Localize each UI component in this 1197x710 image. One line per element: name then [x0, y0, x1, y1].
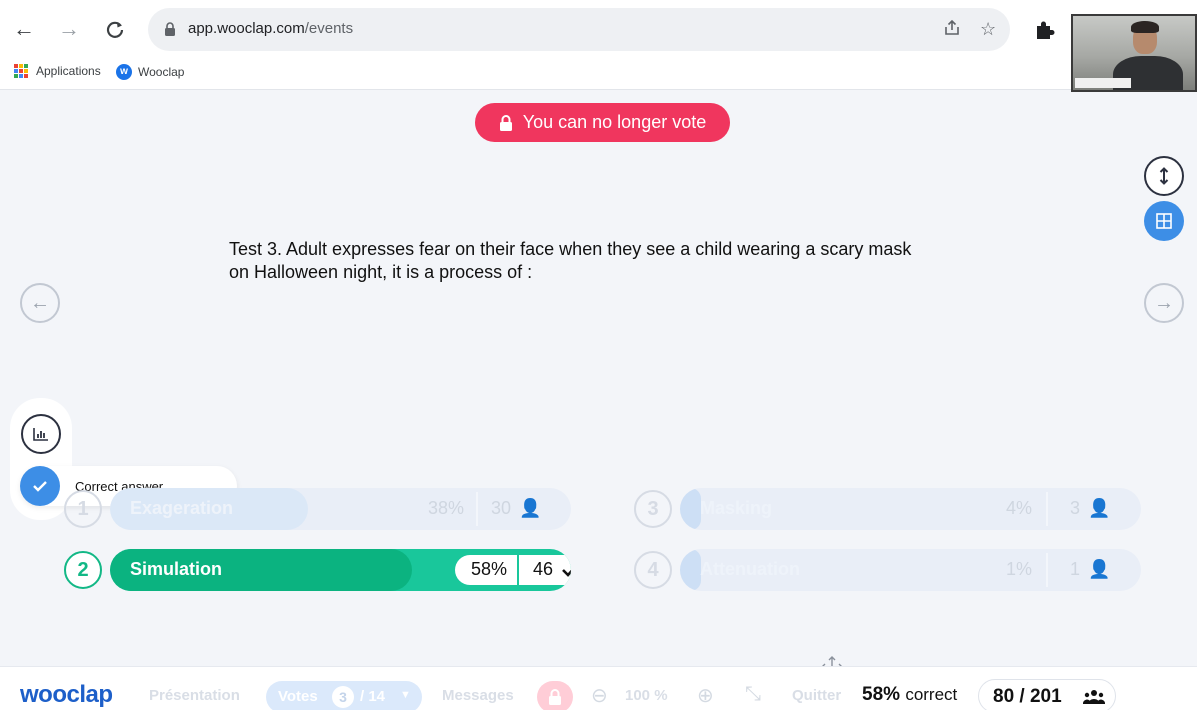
presenter-toolbar: wooclap Présentation Votes 3 / 14 ▼ Mess… — [0, 666, 1197, 710]
person-icon: 👤 — [519, 498, 542, 518]
answer-number: 2 — [64, 551, 102, 589]
check-icon — [20, 466, 60, 506]
person-icon: 👤 — [1088, 559, 1111, 579]
bookmark-label: Wooclap — [138, 65, 185, 79]
lock-voting-button[interactable] — [537, 681, 573, 710]
person-icon: 👤 — [1088, 498, 1111, 518]
fullscreen-icon[interactable]: ⤡ — [745, 683, 761, 706]
participants-icon — [1083, 690, 1105, 704]
wooclap-logo: wooclap — [20, 681, 113, 708]
zoom-level: 100 % — [625, 687, 668, 704]
bookmark-label: Applications — [36, 64, 101, 78]
answer-bar: Masking 4% 3 👤 — [680, 488, 1141, 530]
answer-bar: Simulation 58% 46 — [110, 549, 571, 591]
answer-percent: 38% — [428, 498, 465, 518]
chevron-down-icon: ▼ — [400, 689, 411, 701]
votes-current: 3 — [332, 686, 354, 708]
answer-count: 1 👤 — [1070, 559, 1111, 579]
answer-bar-fill — [680, 488, 701, 530]
quit-button[interactable]: Quitter — [792, 687, 841, 704]
lock-icon — [499, 114, 512, 131]
browser-toolbar: ← → app.wooclap.com/events ☆ — [0, 0, 1197, 58]
answer-count: 46 — [533, 559, 571, 580]
layout-grid-button[interactable] — [1144, 201, 1184, 241]
answer-bar: Attenuation 1% 1 👤 — [680, 549, 1141, 591]
next-question-button[interactable]: → — [1144, 283, 1184, 323]
answer-percent: 4% — [1006, 498, 1033, 518]
address-bar[interactable]: app.wooclap.com/events ☆ — [148, 8, 1010, 51]
wooclap-logo-icon: w — [116, 64, 132, 80]
voting-closed-banner: You can no longer vote — [475, 103, 730, 142]
answer-number: 3 — [634, 490, 672, 528]
apps-grid-icon — [14, 64, 28, 78]
show-results-button[interactable] — [21, 414, 61, 454]
answer-percent: 58% — [471, 559, 508, 579]
arrow-left-icon: ← — [30, 291, 50, 314]
answer-number: 4 — [634, 551, 672, 589]
participation-text: 80 / 201 — [993, 686, 1062, 707]
answer-label: Attenuation — [700, 559, 800, 579]
bar-chart-icon — [33, 428, 48, 441]
back-icon[interactable]: ← — [10, 15, 38, 43]
presentation-tab[interactable]: Présentation — [149, 687, 240, 704]
lock-icon — [165, 22, 175, 36]
votes-total: / 14 — [360, 688, 386, 705]
participation-counter[interactable]: 80 / 201 — [978, 679, 1116, 710]
voting-closed-text: You can no longer vote — [522, 112, 707, 132]
answer-count: 3 👤 — [1070, 498, 1111, 518]
bookmark-applications[interactable]: Applications — [14, 64, 101, 78]
url-text: app.wooclap.com/events — [188, 20, 354, 37]
answer-count: 30 👤 — [491, 498, 542, 518]
votes-label: Votes — [278, 688, 318, 705]
answer-stats: 58% 46 — [455, 555, 571, 585]
previous-question-button[interactable]: ← — [20, 283, 60, 323]
question-text: Test 3. Adult expresses fear on their fa… — [229, 239, 912, 282]
reload-icon[interactable] — [101, 15, 129, 43]
vertical-arrows-icon — [1159, 167, 1169, 185]
grid-icon — [1156, 213, 1172, 229]
answer-bar: Exageration 38% 30 👤 — [110, 488, 571, 530]
bookmark-star-icon[interactable]: ☆ — [980, 19, 996, 40]
correct-rate: 58% correct — [862, 684, 958, 705]
bookmark-wooclap[interactable]: w Wooclap — [116, 64, 184, 80]
lock-icon — [549, 689, 561, 705]
answer-label: Exageration — [130, 498, 234, 518]
checkmark-icon — [562, 568, 571, 577]
zoom-out-icon[interactable]: ⊖ — [591, 683, 608, 708]
arrow-right-icon: → — [1154, 291, 1174, 314]
messages-tab[interactable]: Messages — [442, 687, 514, 704]
answer-percent: 1% — [1006, 559, 1033, 579]
answer-bar-fill — [680, 549, 701, 591]
forward-icon[interactable]: → — [55, 15, 83, 43]
answer-number: 1 — [64, 490, 102, 528]
answer-label: Simulation — [130, 559, 223, 579]
share-icon[interactable] — [943, 19, 961, 42]
bookmarks-bar: Applications w Wooclap — [0, 58, 1197, 90]
extensions-puzzle-icon[interactable] — [1033, 18, 1057, 42]
answer-label: Masking — [700, 498, 773, 518]
votes-selector[interactable]: Votes 3 / 14 ▼ — [266, 681, 422, 710]
webcam-overlay — [1071, 14, 1197, 92]
zoom-in-icon[interactable]: ⊕ — [697, 683, 714, 708]
expand-height-button[interactable] — [1144, 156, 1184, 196]
